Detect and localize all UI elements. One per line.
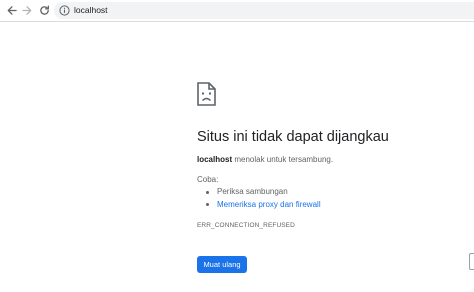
back-button[interactable] xyxy=(3,2,19,18)
reload-toolbar-button[interactable] xyxy=(36,2,52,18)
browser-toolbar: localhost xyxy=(0,0,474,22)
suggestion-item: Periksa sambungan xyxy=(204,186,321,199)
try-label: Coba: xyxy=(197,175,219,184)
error-summary-text: menolak untuk tersambung. xyxy=(232,155,334,164)
reload-button[interactable]: Muat ulang xyxy=(197,256,247,273)
reload-icon xyxy=(39,4,49,15)
sad-page-icon xyxy=(197,82,216,106)
error-host: localhost xyxy=(197,155,233,164)
error-heading: Situs ini tidak dapat dijangkau xyxy=(197,129,389,145)
address-bar-url[interactable]: localhost xyxy=(74,4,108,17)
error-summary: localhost menolak untuk tersambung. xyxy=(197,154,333,165)
suggestion-check-connection: Periksa sambungan xyxy=(217,187,288,196)
suggestion-item: Memeriksa proxy dan firewall xyxy=(204,199,321,212)
suggestion-list: Periksa sambungan Memeriksa proxy dan fi… xyxy=(204,186,321,211)
side-panel-handle[interactable] xyxy=(469,253,474,270)
suggestion-check-proxy-link[interactable]: Memeriksa proxy dan firewall xyxy=(217,200,321,209)
arrow-right-icon xyxy=(21,5,31,15)
arrow-left-icon xyxy=(7,5,17,15)
forward-button[interactable] xyxy=(19,2,35,18)
error-code: ERR_CONNECTION_REFUSED xyxy=(197,222,295,229)
info-icon[interactable] xyxy=(59,5,70,16)
address-bar[interactable]: localhost xyxy=(54,2,474,19)
